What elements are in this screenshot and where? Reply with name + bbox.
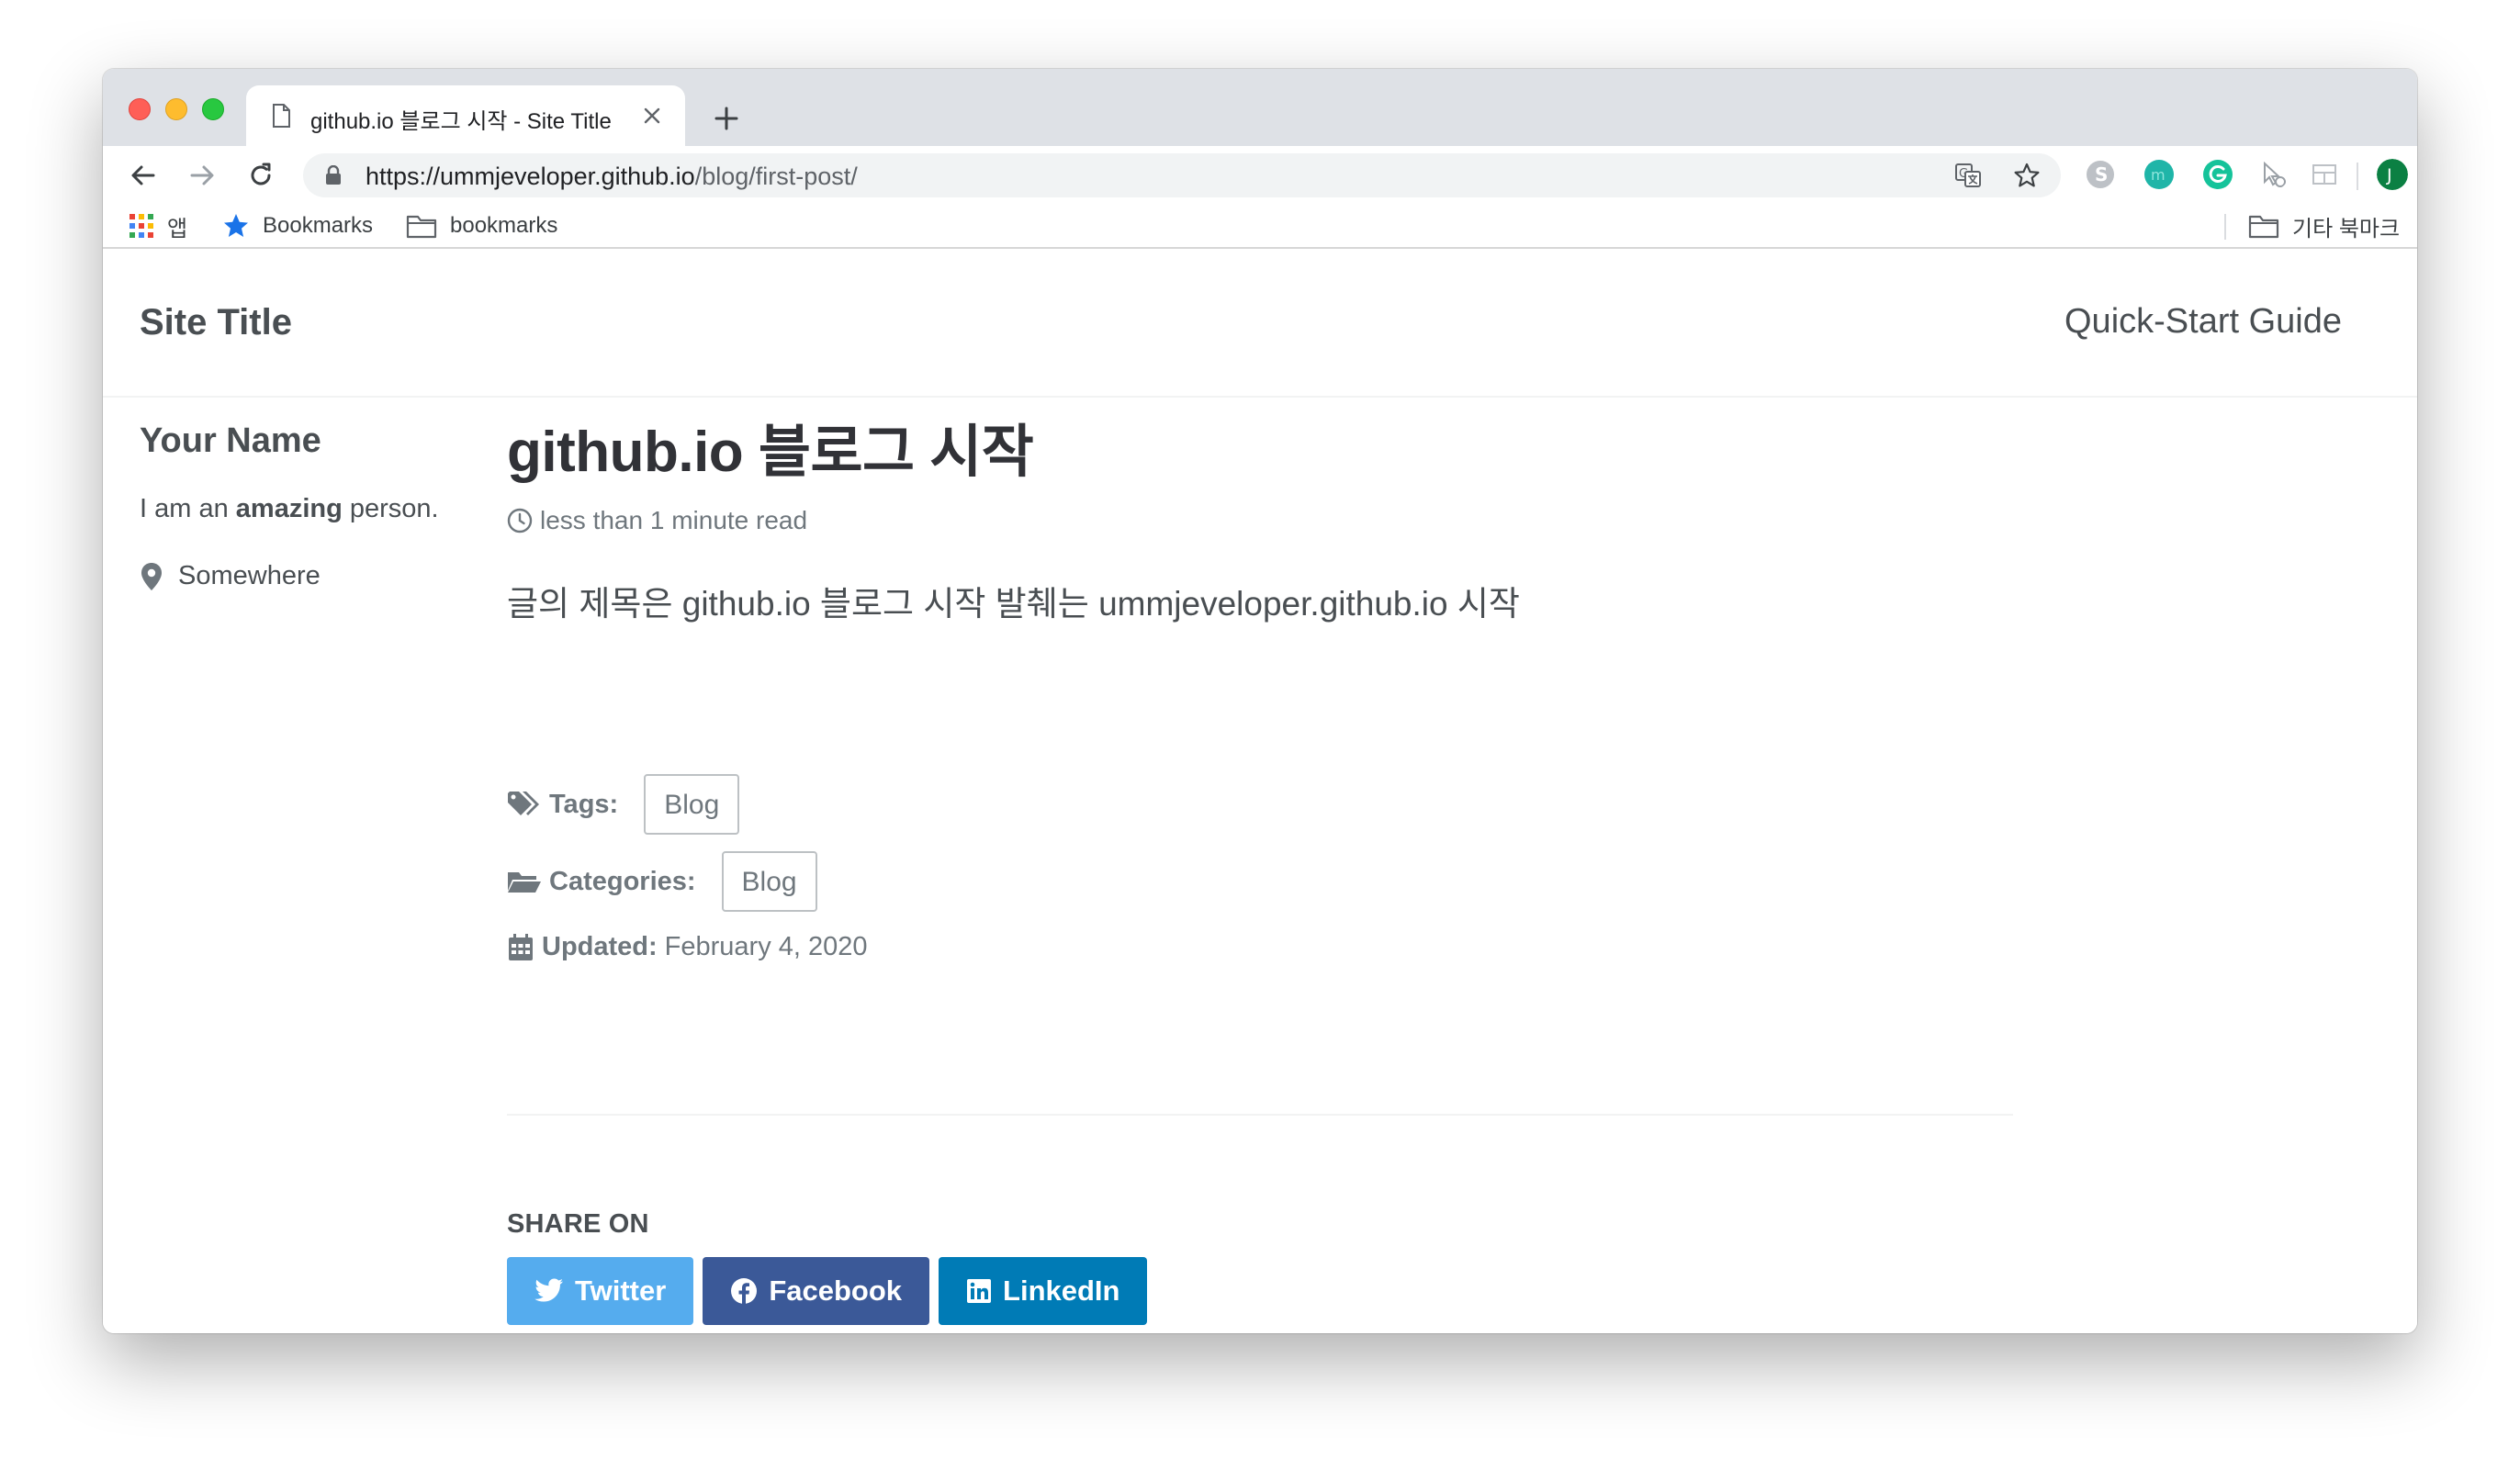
author-bio: I am an amazing person.: [140, 494, 507, 524]
bookmark-item-bookmarks[interactable]: Bookmarks: [222, 210, 373, 241]
bookmark-folder-label: bookmarks: [450, 213, 558, 238]
site-title-link[interactable]: Site Title: [140, 302, 292, 343]
read-time: less than 1 minute read: [507, 506, 2013, 535]
layout-extension-icon[interactable]: [2309, 159, 2340, 190]
tags-label: Tags:: [549, 789, 619, 819]
post-body: 글의 제목은 github.io 블로그 시작 발췌는 ummjeveloper…: [507, 585, 1520, 623]
new-tab-icon[interactable]: [713, 105, 740, 132]
bookmark-star-icon[interactable]: [2013, 162, 2041, 189]
cursor-extension-icon[interactable]: [2257, 159, 2289, 190]
url-text[interactable]: https://ummjeveloper.github.io/blog/firs…: [366, 163, 858, 191]
back-icon[interactable]: [129, 161, 158, 190]
svg-text:S: S: [2095, 163, 2108, 185]
mendeley-icon[interactable]: m: [2143, 159, 2175, 190]
share-facebook-button[interactable]: Facebook: [703, 1257, 930, 1325]
bookmarks-bar: 앱 Bookmarks bookmarks 기타 북마크: [103, 203, 2417, 249]
zoom-window-button[interactable]: [202, 98, 224, 120]
active-tab[interactable]: github.io 블로그 시작 - Site Title: [246, 85, 685, 146]
close-tab-icon[interactable]: [641, 105, 663, 127]
browser-window: github.io 블로그 시작 - Site Title https://um…: [103, 69, 2417, 1333]
grammarly-icon[interactable]: [2202, 159, 2233, 190]
share-heading: SHARE ON: [507, 1209, 649, 1239]
calendar-icon: [509, 933, 533, 960]
folder-open-icon: [508, 872, 541, 893]
post-tags: Tags: Blog: [507, 774, 740, 835]
share-linkedin-label: LinkedIn: [1003, 1274, 1120, 1307]
share-facebook-label: Facebook: [769, 1274, 903, 1307]
folder-icon: [406, 215, 437, 239]
other-bookmarks-label: 기타 북마크: [2292, 216, 2401, 241]
share-linkedin-button[interactable]: LinkedIn: [939, 1257, 1148, 1325]
masthead: Site Title Quick-Start Guide: [103, 251, 2417, 398]
skype-icon[interactable]: S: [2085, 159, 2116, 190]
twitter-icon: [534, 1278, 563, 1302]
apps-grid-icon: [129, 214, 153, 238]
post-categories: Categories: Blog: [507, 851, 817, 912]
other-bookmarks[interactable]: 기타 북마크: [2248, 210, 2400, 241]
page-icon: [273, 104, 290, 128]
translate-icon[interactable]: G: [1954, 162, 1982, 189]
updated-date: February 4, 2020: [664, 932, 868, 961]
facebook-icon: [731, 1278, 758, 1304]
author-bio-suffix: person.: [342, 494, 439, 523]
author-name: Your Name: [140, 421, 321, 460]
clock-icon: [507, 508, 533, 533]
reload-icon[interactable]: [246, 161, 276, 190]
tab-strip: github.io 블로그 시작 - Site Title: [103, 69, 2417, 146]
share-buttons: Twitter Facebook LinkedIn: [507, 1257, 1148, 1325]
web-page: Site Title Quick-Start Guide Your Name I…: [103, 251, 2417, 1333]
forward-icon[interactable]: [187, 161, 217, 190]
svg-text:m: m: [2151, 166, 2166, 184]
post-updated: Updated: February 4, 2020: [507, 932, 868, 962]
content-divider: [507, 1114, 2013, 1116]
apps-shortcut[interactable]: 앱: [129, 210, 187, 241]
browser-toolbar: https://ummjeveloper.github.io/blog/firs…: [103, 146, 2417, 203]
tab-title: github.io 블로그 시작 - Site Title: [310, 109, 612, 134]
read-time-text: less than 1 minute read: [540, 506, 808, 535]
author-location: Somewhere: [140, 561, 507, 591]
lock-icon[interactable]: [325, 165, 342, 185]
url-host: https://ummjeveloper.github.io: [366, 163, 695, 190]
address-bar[interactable]: https://ummjeveloper.github.io/blog/firs…: [303, 153, 2061, 197]
author-sidebar: Your Name I am an amazing person. Somewh…: [140, 421, 507, 591]
profile-avatar[interactable]: J: [2377, 159, 2408, 190]
minimize-window-button[interactable]: [165, 98, 187, 120]
updated-label: Updated:: [542, 932, 658, 961]
svg-text:J: J: [2386, 165, 2392, 185]
share-twitter-label: Twitter: [575, 1274, 667, 1307]
author-bio-bold: amazing: [235, 494, 343, 523]
url-path: /blog/first-post/: [694, 163, 858, 190]
bookmark-folder-bookmarks[interactable]: bookmarks: [406, 210, 557, 241]
toolbar-divider: [2357, 163, 2358, 190]
close-window-button[interactable]: [129, 98, 151, 120]
post-title: github.io 블로그 시작: [507, 421, 1034, 484]
star-icon: [224, 214, 248, 237]
categories-label: Categories:: [549, 866, 696, 896]
bookmark-label: Bookmarks: [263, 213, 374, 238]
tag-pill-blog[interactable]: Blog: [644, 774, 740, 835]
folder-icon: [2248, 215, 2279, 239]
post-article: github.io 블로그 시작 less than 1 minute read…: [507, 421, 2013, 1325]
tags-icon: [508, 792, 539, 815]
share-twitter-button[interactable]: Twitter: [507, 1257, 694, 1325]
apps-label: 앱: [167, 216, 188, 241]
bookmarks-divider: [2224, 214, 2226, 240]
map-marker-icon: [141, 562, 162, 590]
nav-link-quick-start[interactable]: Quick-Start Guide: [2064, 302, 2342, 342]
linkedin-icon: [967, 1279, 992, 1303]
author-bio-prefix: I am an: [140, 494, 236, 523]
author-location-text: Somewhere: [178, 561, 321, 590]
category-pill-blog[interactable]: Blog: [721, 851, 817, 912]
